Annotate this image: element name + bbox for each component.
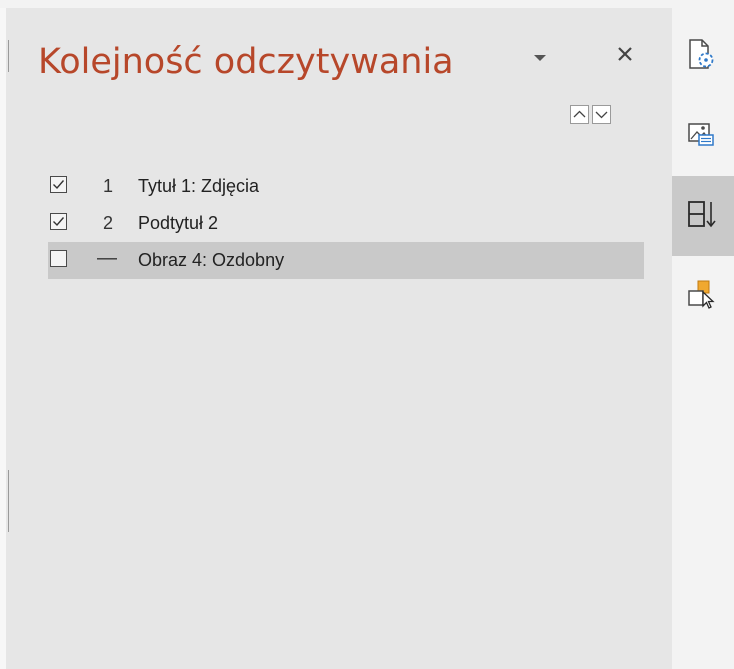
reading-order-icon: [688, 201, 716, 228]
item-order-number: —: [97, 247, 117, 269]
item-checkbox[interactable]: [50, 250, 67, 267]
chevron-up-icon: [573, 110, 586, 118]
item-label: Obraz 4: Ozdobny: [138, 250, 285, 270]
side-rail: [672, 8, 734, 669]
pane-title: Kolejność odczytywania: [38, 42, 454, 82]
list-item[interactable]: 1 Tytuł 1: Zdjęcia: [48, 168, 644, 205]
reading-order-list: 1 Tytuł 1: Zdjęcia 2 Podtytuł 2 — Obraz …: [48, 168, 644, 279]
reading-order-pane: Kolejność odczytywania 1 Tytuł 1: Zdjęci…: [10, 8, 672, 669]
splitter-mark-top: [8, 40, 9, 72]
item-order-number: 1: [103, 176, 114, 196]
list-item[interactable]: 2 Podtytuł 2: [48, 205, 644, 242]
check-accessibility-button[interactable]: [672, 16, 734, 96]
dropdown-triangle-icon: [534, 55, 546, 61]
chevron-down-icon: [595, 111, 608, 119]
app-window: Kolejność odczytywania 1 Tytuł 1: Zdjęci…: [0, 0, 734, 669]
alt-text-button[interactable]: [672, 96, 734, 176]
item-checkbox[interactable]: [50, 213, 67, 230]
checkmark-icon: [53, 217, 65, 227]
document-edge: [0, 8, 6, 669]
item-order-number: 2: [103, 213, 114, 233]
move-down-button[interactable]: [592, 105, 611, 124]
close-icon: [618, 47, 632, 61]
top-border: [0, 0, 734, 8]
item-label: Tytuł 1: Zdjęcia: [138, 176, 260, 196]
item-checkbox[interactable]: [50, 176, 67, 193]
move-up-button[interactable]: [570, 105, 589, 124]
selection-pane-icon: [688, 280, 715, 309]
alt-text-icon: [688, 123, 714, 146]
close-pane-button[interactable]: [613, 42, 637, 66]
checkmark-icon: [53, 180, 65, 190]
reading-order-button[interactable]: [672, 176, 734, 256]
check-accessibility-icon: [689, 39, 714, 69]
list-item-selected[interactable]: — Obraz 4: Ozdobny: [48, 242, 644, 279]
pane-options-button[interactable]: [531, 50, 549, 66]
item-label: Podtytuł 2: [138, 213, 219, 233]
splitter-mark-bottom: [8, 470, 9, 532]
selection-pane-button[interactable]: [672, 256, 734, 336]
